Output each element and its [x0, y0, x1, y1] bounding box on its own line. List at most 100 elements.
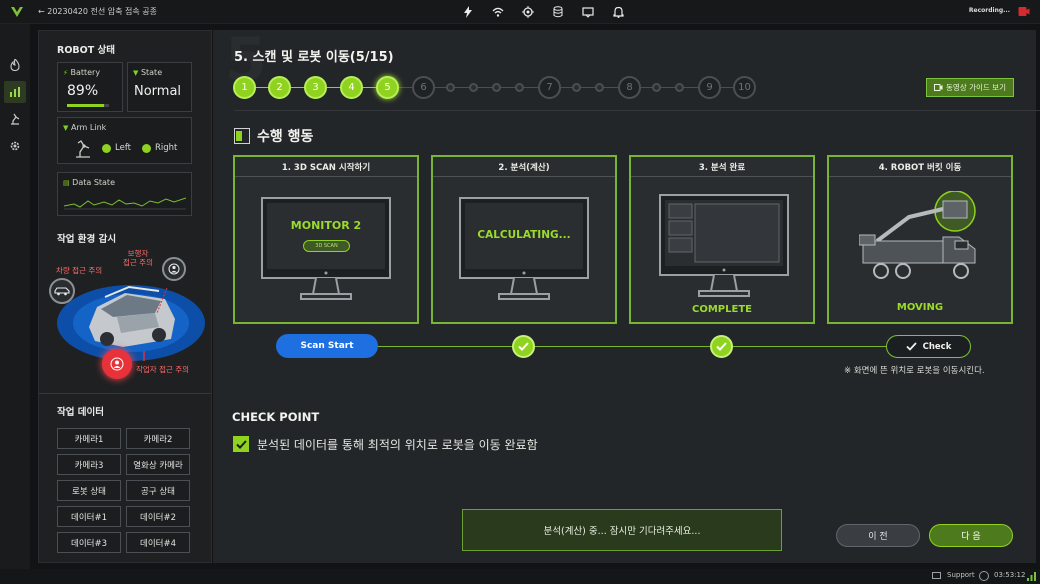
calculate-done-indicator [512, 335, 535, 358]
vehicle-warning-label: 차량 접근 주의 [56, 266, 103, 275]
step-3[interactable]: 3 [304, 76, 327, 99]
robot-status-title: ROBOT 상태 [57, 45, 115, 56]
checkpoint-checkbox[interactable] [233, 436, 249, 452]
recording-status: Recording... [968, 7, 1010, 14]
lightning-icon[interactable] [460, 4, 476, 20]
step-9[interactable]: 9 [698, 76, 721, 99]
next-button[interactable]: 다 음 [929, 524, 1013, 547]
clock-icon [979, 571, 989, 581]
gps-icon[interactable] [520, 4, 536, 20]
rail-fire-button[interactable] [4, 54, 26, 76]
data1-button[interactable]: 데이터#1 [57, 506, 121, 527]
substep-dot [572, 83, 581, 92]
check-button[interactable]: Check [886, 335, 971, 358]
data2-button[interactable]: 데이터#2 [126, 506, 190, 527]
top-bar: ← 20230420 전선 압축 접속 공종 Recording... [0, 0, 1040, 24]
substep-dot [515, 83, 524, 92]
panel-header: 4. ROBOT 버킷 이동 [829, 157, 1011, 177]
signal-icon [1027, 572, 1036, 581]
rail-chart-button[interactable] [4, 81, 26, 103]
step-10[interactable]: 10 [733, 76, 756, 99]
thermal-camera-button[interactable]: 열화상 카메라 [126, 454, 190, 475]
data3-button[interactable]: 데이터#3 [57, 532, 121, 553]
right-label: Right [155, 143, 178, 153]
lightning-icon: ⚡ [63, 69, 68, 77]
app-logo-icon [11, 7, 23, 17]
window-title[interactable]: ← 20230420 전선 압축 접속 공종 [38, 6, 157, 17]
robot-status-button[interactable]: 로봇 상태 [57, 480, 121, 501]
rail-robot-arm-button[interactable] [4, 108, 26, 130]
person-icon [168, 263, 180, 275]
state-value: Normal [134, 84, 182, 99]
section-action-icon [234, 128, 250, 144]
instruction-note: ※ 화면에 뜬 위치로 로봇을 이동시킨다. [844, 366, 985, 376]
message-icon[interactable] [580, 4, 596, 20]
state-card: ▼ State Normal [127, 62, 192, 112]
video-icon [934, 84, 943, 91]
step-4[interactable]: 4 [340, 76, 363, 99]
triangle-down-icon: ▼ [63, 124, 69, 132]
video-guide-button[interactable]: 동영상 가이드 보기 [926, 78, 1014, 97]
step-7[interactable]: 7 [538, 76, 561, 99]
chart-icon [10, 87, 20, 97]
tool-status-button[interactable]: 공구 상태 [126, 480, 190, 501]
substep-dot [652, 83, 661, 92]
status-icons [460, 4, 626, 20]
action-panel-scan: 1. 3D SCAN 시작하기 MONITOR 2 3D SCAN [233, 155, 419, 324]
main-content: 5 5. 스캔 및 로봇 이동(5/15) 1 2 3 4 5 6 7 8 9 … [213, 30, 1040, 563]
check-icon [235, 439, 247, 449]
data-state-card: ▤ Data State [57, 172, 192, 216]
section-title: 수행 행동 [257, 129, 314, 145]
pedestrian-sensor-badge[interactable] [162, 257, 186, 281]
prev-button[interactable]: 이 전 [836, 524, 920, 547]
support-link[interactable]: Support [947, 571, 975, 579]
triangle-down-icon: ▼ [133, 69, 139, 77]
right-status-dot [142, 144, 151, 153]
substep-dot [675, 83, 684, 92]
camera1-button[interactable]: 카메라1 [57, 428, 121, 449]
database-icon: ▤ [63, 179, 70, 187]
vehicle-sensor-badge[interactable] [49, 278, 75, 304]
camera3-button[interactable]: 카메라3 [57, 454, 121, 475]
check-icon [716, 342, 727, 351]
check-icon [518, 342, 529, 351]
step-2[interactable]: 2 [268, 76, 291, 99]
battery-bar [67, 104, 109, 107]
step-8[interactable]: 8 [618, 76, 641, 99]
status-footer: Support 03:53:12 [0, 569, 1040, 584]
monitor-text: MONITOR 2 [290, 219, 362, 232]
scan-start-button[interactable]: Scan Start [276, 334, 378, 358]
battery-value: 89% [67, 83, 99, 99]
work-data-grid: 카메라1 카메라2 카메라3 열화상 카메라 로봇 상태 공구 상태 데이터#1… [57, 428, 190, 553]
pedestrian-warning-label: 보행자 접근 주의 [123, 249, 153, 267]
step-6[interactable]: 6 [412, 76, 435, 99]
battery-label: Battery [70, 68, 101, 77]
bucket-truck-illustration [859, 191, 976, 279]
camera2-button[interactable]: 카메라2 [126, 428, 190, 449]
worker-sensor-badge[interactable] [102, 349, 132, 379]
battery-bar-fill [67, 104, 105, 107]
rail-settings-button[interactable] [4, 135, 26, 157]
complete-done-indicator [710, 335, 733, 358]
bell-icon[interactable] [610, 4, 626, 20]
wifi-icon[interactable] [490, 4, 506, 20]
record-icon[interactable] [1018, 6, 1030, 17]
message-icon[interactable] [932, 572, 941, 579]
car-icon [54, 287, 70, 296]
panel-header: 3. 분석 완료 [631, 157, 813, 177]
database-icon[interactable] [550, 4, 566, 20]
panel-header: 2. 분석(계산) [433, 157, 615, 177]
data4-button[interactable]: 데이터#4 [126, 532, 190, 553]
step-5[interactable]: 5 [376, 76, 399, 99]
side-rail [0, 24, 30, 569]
panel-header: 1. 3D SCAN 시작하기 [235, 157, 417, 177]
work-data-title: 작업 데이터 [57, 407, 105, 418]
complete-caption: COMPLETE [692, 304, 752, 315]
step-1[interactable]: 1 [233, 76, 256, 99]
3d-scan-pill: 3D SCAN [303, 240, 350, 252]
step-title: 5. 스캔 및 로봇 이동(5/15) [234, 50, 394, 65]
side-panel: ROBOT 상태 ⚡ Battery 89% ▼ State Normal ▼ … [38, 30, 212, 563]
status-message: 분석(계산) 중... 잠시만 기다려주세요... [462, 509, 782, 551]
calculating-text: CALCULATING... [477, 229, 571, 241]
worker-icon [110, 357, 124, 371]
